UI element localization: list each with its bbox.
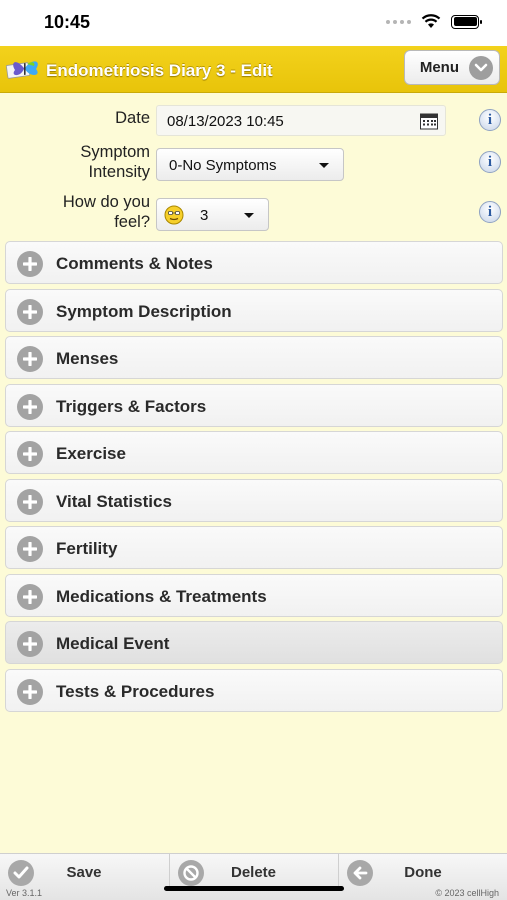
done-label: Done — [404, 864, 442, 881]
feel-label-line1: How do you — [62, 193, 150, 211]
plus-circle-icon — [17, 441, 43, 467]
wifi-icon — [421, 14, 441, 28]
plus-circle-icon — [17, 299, 43, 325]
status-icons — [386, 14, 482, 29]
feel-select[interactable]: 3 — [156, 198, 269, 231]
section-triggers-factors[interactable]: Triggers & Factors — [5, 384, 503, 427]
intensity-label: Symptom Intensity — [80, 142, 150, 182]
section-symptom-description[interactable]: Symptom Description — [5, 289, 503, 332]
plus-circle-icon — [17, 536, 43, 562]
date-field[interactable]: 08/13/2023 10:45 — [156, 105, 446, 136]
app-title: Endometriosis Diary 3 - Edit — [46, 61, 273, 80]
app-header: Endometriosis Diary 3 - Edit Menu — [0, 46, 507, 93]
face-emoji-icon — [164, 205, 184, 225]
section-menses[interactable]: Menses — [5, 336, 503, 379]
section-fertility[interactable]: Fertility — [5, 526, 503, 569]
dropdown-caret-icon — [319, 163, 329, 168]
date-label: Date — [115, 109, 150, 127]
section-label: Comments & Notes — [56, 254, 213, 273]
version-text: Ver 3.1.1 — [6, 888, 43, 898]
section-label: Medical Event — [56, 634, 170, 653]
section-tests-procedures[interactable]: Tests & Procedures — [5, 669, 503, 712]
intensity-label-line1: Symptom — [80, 143, 150, 161]
status-bar: 10:45 — [0, 0, 507, 46]
menu-button[interactable]: Menu — [404, 50, 500, 85]
plus-circle-icon — [17, 631, 43, 657]
cellular-signal-icon — [386, 19, 411, 24]
butterfly-logo-icon — [6, 61, 38, 79]
intensity-value: 0-No Symptoms — [169, 157, 277, 174]
bottom-toolbar: Save Delete Done Ver 3.1.1 © 2023 cellHi… — [0, 853, 507, 900]
intensity-label-line2: Intensity — [88, 163, 150, 181]
section-label: Symptom Description — [56, 302, 232, 321]
section-label: Menses — [56, 349, 119, 368]
status-time: 10:45 — [44, 12, 91, 32]
copyright-text: © 2023 cellHigh — [435, 888, 499, 898]
intensity-select[interactable]: 0-No Symptoms — [156, 148, 344, 181]
section-vital-statistics[interactable]: Vital Statistics — [5, 479, 503, 522]
section-label: Tests & Procedures — [56, 682, 215, 701]
feel-label-line2: feel? — [114, 213, 150, 231]
delete-button[interactable]: Delete — [169, 854, 337, 889]
section-label: Fertility — [56, 539, 118, 558]
done-button[interactable]: Done — [338, 854, 507, 889]
date-info-icon[interactable]: i — [479, 109, 501, 131]
feel-value: 3 — [200, 207, 209, 224]
section-label: Vital Statistics — [56, 492, 172, 511]
section-label: Exercise — [56, 444, 126, 463]
section-medical-event[interactable]: Medical Event — [5, 621, 503, 664]
date-value: 08/13/2023 10:45 — [167, 113, 284, 130]
plus-circle-icon — [17, 346, 43, 372]
plus-circle-icon — [17, 584, 43, 610]
plus-circle-icon — [17, 489, 43, 515]
feel-label: How do you feel? — [63, 192, 150, 232]
plus-circle-icon — [17, 679, 43, 705]
menu-label: Menu — [419, 59, 459, 76]
home-indicator[interactable] — [164, 886, 344, 891]
chevron-down-icon — [469, 55, 493, 80]
dropdown-caret-icon — [244, 213, 254, 218]
section-medications-treatments[interactable]: Medications & Treatments — [5, 574, 503, 617]
save-label: Save — [66, 864, 102, 881]
intensity-info-icon[interactable]: i — [479, 151, 501, 173]
battery-icon — [451, 14, 482, 29]
plus-circle-icon — [17, 251, 43, 277]
save-button[interactable]: Save — [0, 854, 168, 889]
section-label: Medications & Treatments — [56, 587, 267, 606]
plus-circle-icon — [17, 394, 43, 420]
section-comments-notes[interactable]: Comments & Notes — [5, 241, 503, 284]
calendar-icon — [420, 113, 438, 130]
delete-label: Delete — [230, 864, 277, 881]
section-label: Triggers & Factors — [56, 397, 207, 416]
section-exercise[interactable]: Exercise — [5, 431, 503, 474]
feel-info-icon[interactable]: i — [479, 201, 501, 223]
